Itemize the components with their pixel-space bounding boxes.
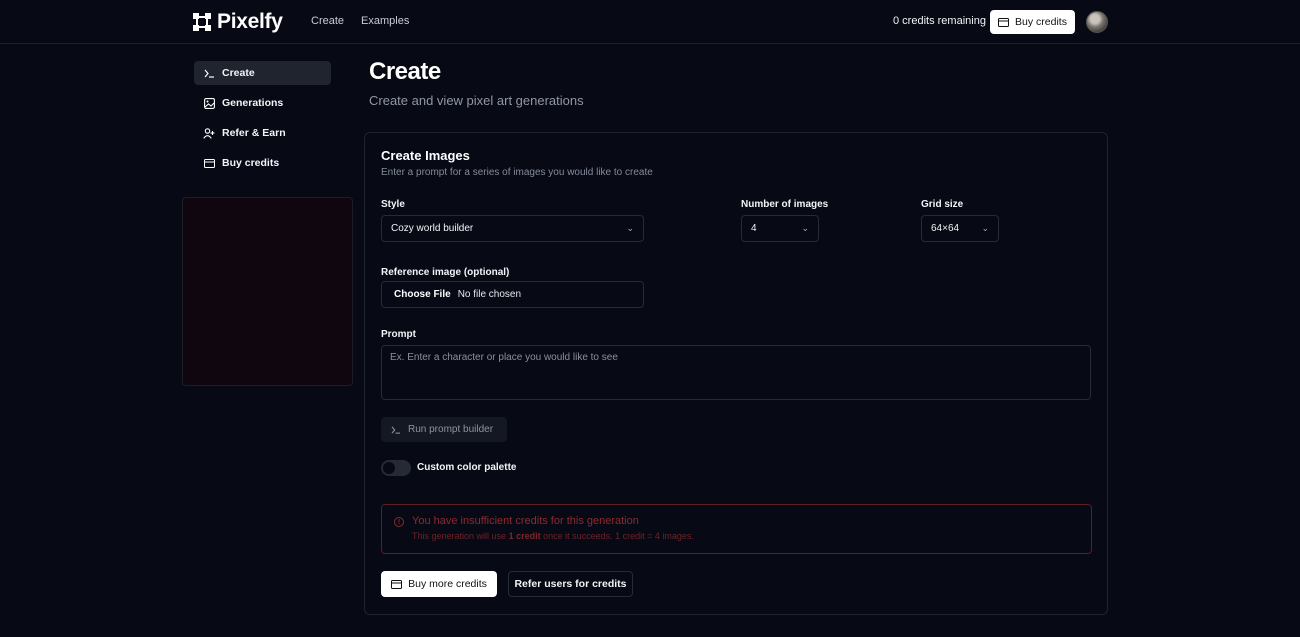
credit-card-icon [203,157,215,169]
buy-credits-button[interactable]: Buy credits [990,10,1075,34]
style-label: Style [381,199,405,210]
alert-desc-bold: 1 credit [508,531,541,541]
custom-palette-toggle[interactable] [381,460,411,476]
chevron-down-icon: ⌄ [626,223,634,233]
alert-circle-icon: ! [394,517,404,527]
sidebar-item-refer[interactable]: Refer & Earn [194,121,331,145]
user-avatar[interactable] [1086,11,1108,33]
alert-description: This generation will use 1 credit once i… [412,531,694,541]
brand-name: Pixelfy [217,10,283,33]
buy-more-credits-label: Buy more credits [408,578,487,590]
style-select[interactable]: Cozy world builder ⌄ [381,215,644,242]
buy-credits-label: Buy credits [1015,16,1067,28]
sidebar-item-label: Create [222,67,255,79]
sidebar-item-label: Generations [222,97,284,109]
alert-title: You have insufficient credits for this g… [412,515,639,527]
file-status: No file chosen [457,289,522,300]
number-of-images-label: Number of images [741,199,829,210]
top-nav: Create Examples [311,15,409,27]
credits-remaining: 0 credits remaining [893,15,986,27]
page-subtitle: Create and view pixel art generations [369,93,584,108]
gallery-icon [203,97,215,109]
grid-size-label: Grid size [921,199,964,210]
card-title: Create Images [381,148,470,163]
reference-file-input[interactable]: Choose File No file chosen [381,281,644,308]
create-images-card: Create Images Enter a prompt for a serie… [364,132,1108,615]
chevron-down-icon: ⌄ [981,223,989,233]
sidebar-item-create[interactable]: Create [194,61,331,85]
grid-size-value: 64×64 [931,223,960,234]
sidebar-item-label: Refer & Earn [222,127,286,139]
credit-card-icon [391,579,403,589]
credit-card-icon [998,17,1010,27]
card-description: Enter a prompt for a series of images yo… [381,167,653,178]
top-header: Pixelfy Create Examples 0 credits remain… [0,0,1300,44]
style-value: Cozy world builder [391,223,474,234]
brand-logo[interactable]: Pixelfy [193,10,283,34]
custom-palette-label: Custom color palette [417,462,517,473]
chevron-down-icon: ⌄ [801,223,809,233]
buy-more-credits-button[interactable]: Buy more credits [381,571,497,597]
sidebar-item-buy-credits[interactable]: Buy credits [194,151,331,175]
reference-image-label: Reference image (optional) [381,267,510,278]
sidebar-item-generations[interactable]: Generations [194,91,331,115]
prompt-label: Prompt [381,329,416,340]
terminal-icon [203,67,215,79]
terminal-icon [391,426,400,434]
nav-examples[interactable]: Examples [361,15,409,27]
sidebar-preview-panel [182,197,353,386]
user-plus-icon [203,127,215,139]
nav-create[interactable]: Create [311,15,344,27]
sidebar: Create Generations Refer & Earn Buy cred… [194,61,331,181]
insufficient-credits-alert: ! You have insufficient credits for this… [381,504,1092,554]
alert-desc-suffix: once it succeeds. 1 credit = 4 images. [540,531,694,541]
prompt-textarea[interactable]: Ex. Enter a character or place you would… [381,345,1091,400]
page-title: Create [369,58,441,85]
choose-file-button[interactable]: Choose File [394,289,451,300]
run-prompt-builder-label: Run prompt builder [408,424,494,435]
alert-desc-prefix: This generation will use [412,531,509,541]
sidebar-item-label: Buy credits [222,157,280,169]
pixelfy-logo-icon [193,13,211,31]
grid-size-select[interactable]: 64×64 ⌄ [921,215,999,242]
refer-users-button[interactable]: Refer users for credits [508,571,633,597]
number-of-images-select[interactable]: 4 ⌄ [741,215,819,242]
number-of-images-value: 4 [751,223,757,234]
run-prompt-builder-button[interactable]: Run prompt builder [381,417,507,442]
